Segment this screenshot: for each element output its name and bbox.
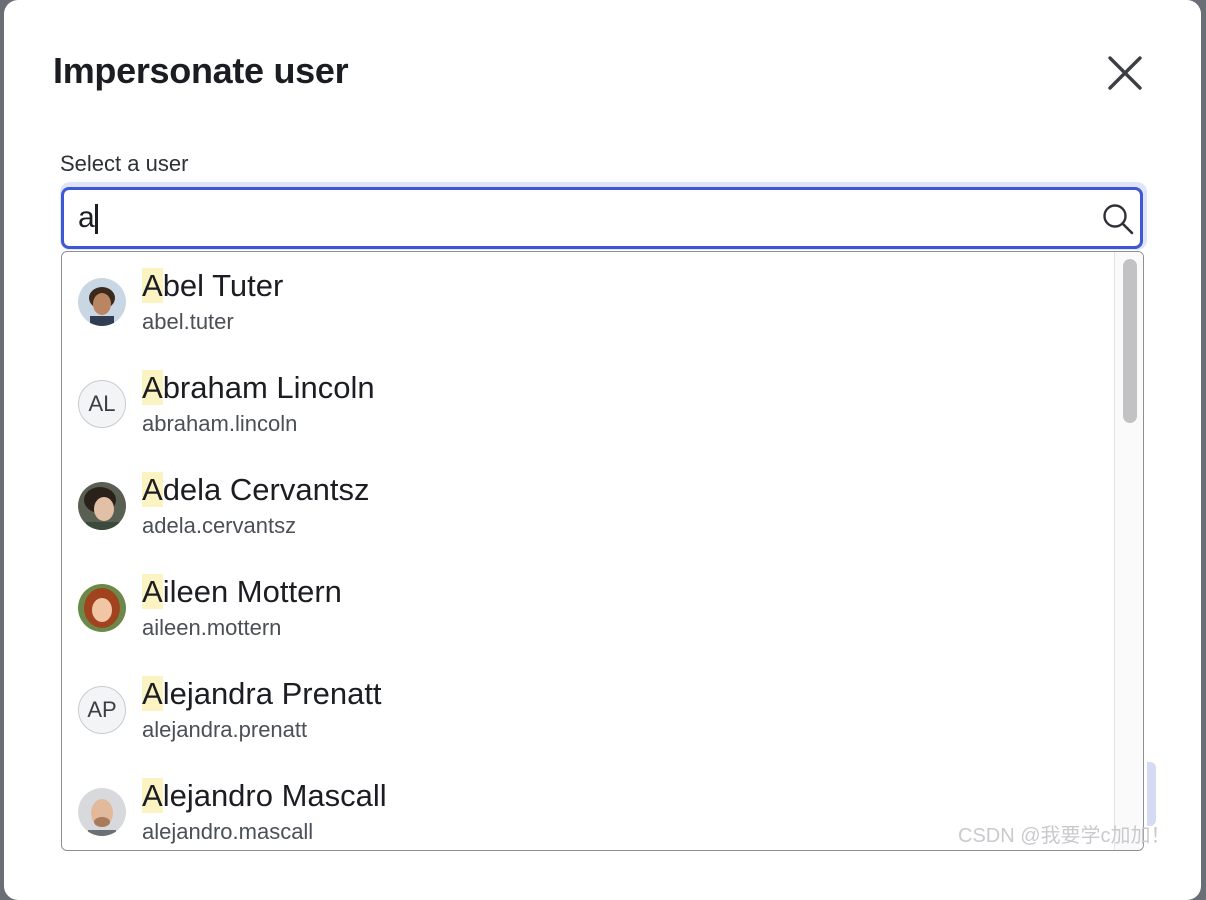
user-photo-icon <box>78 788 126 836</box>
avatar <box>78 584 126 632</box>
user-search-input[interactable] <box>78 196 1068 240</box>
user-login-name: abel.tuter <box>142 309 234 334</box>
scrollbar-thumb[interactable] <box>1123 259 1137 423</box>
avatar <box>78 482 126 530</box>
close-button[interactable] <box>1102 50 1148 96</box>
user-search-field[interactable] <box>61 187 1143 249</box>
match-highlight: A <box>142 574 163 609</box>
user-login-name: aileen.mottern <box>142 615 282 640</box>
text-caret <box>95 204 98 234</box>
user-login-name: alejandra.prenatt <box>142 717 308 742</box>
user-full-name: Aileen Mottern <box>142 574 342 609</box>
list-item[interactable]: Adela Cervantsz adela.cervantsz <box>62 456 1114 558</box>
user-full-name: Alejandra Prenatt <box>142 676 382 711</box>
dialog-title: Impersonate user <box>53 50 349 91</box>
match-highlight: A <box>142 268 163 303</box>
user-login-name: adela.cervantsz <box>142 513 297 538</box>
match-highlight: A <box>142 676 163 711</box>
list-item[interactable]: AP Alejandra Prenatt alejandra.prenatt <box>62 660 1114 762</box>
avatar-initials: AP <box>78 686 126 734</box>
user-login-name: abraham.lincoln <box>142 411 298 436</box>
match-highlight: A <box>142 778 163 813</box>
close-icon <box>1108 56 1142 90</box>
match-highlight: A <box>142 370 163 405</box>
impersonate-user-dialog: Impersonate user Select a user a Abel Tu… <box>4 0 1201 900</box>
user-photo-icon <box>78 482 126 530</box>
avatar <box>78 788 126 836</box>
user-login-name: alejandro.mascall <box>142 819 314 844</box>
user-full-name: Alejandro Mascall <box>142 778 387 813</box>
dialog-action-button[interactable] <box>1147 762 1156 826</box>
scrollbar[interactable] <box>1114 252 1143 850</box>
avatar <box>78 278 126 326</box>
user-photo-icon <box>78 278 126 326</box>
list-item[interactable]: Aileen Mottern aileen.mottern <box>62 558 1114 660</box>
watermark: CSDN @我要学c加加！ <box>958 825 1171 847</box>
search-icon[interactable] <box>1101 202 1135 236</box>
list-item[interactable]: AL Abraham Lincoln abraham.lincoln <box>62 354 1114 456</box>
match-highlight: A <box>142 472 163 507</box>
avatar-initials: AL <box>78 380 126 428</box>
user-full-name: Adela Cervantsz <box>142 472 370 507</box>
user-results-dropdown: Abel Tuter abel.tuter AL Abraham Lincoln… <box>61 251 1144 851</box>
user-photo-icon <box>78 584 126 632</box>
select-user-label: Select a user <box>60 151 189 176</box>
list-item[interactable]: Abel Tuter abel.tuter <box>62 252 1114 354</box>
list-item[interactable]: Alejandro Mascall alejandro.mascall <box>62 762 1114 850</box>
user-full-name: Abel Tuter <box>142 268 284 303</box>
user-full-name: Abraham Lincoln <box>142 370 375 405</box>
